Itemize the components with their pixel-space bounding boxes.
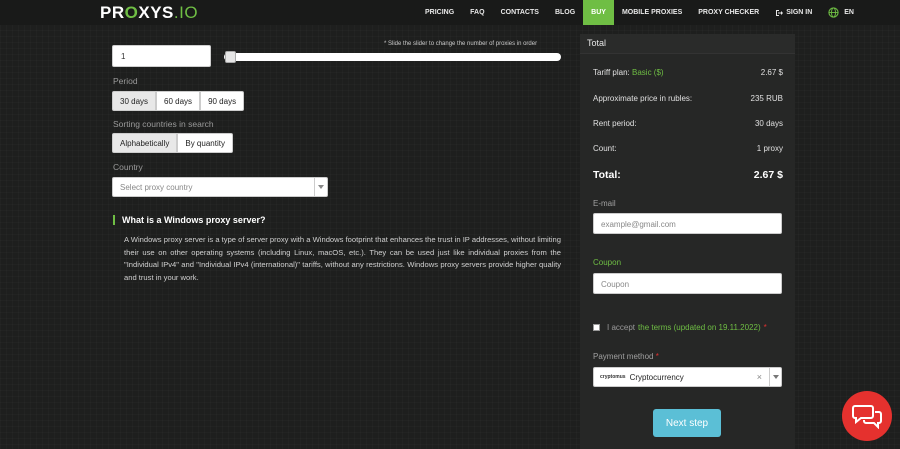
payment-method-value: Cryptocurrency xyxy=(629,372,684,382)
rub-value: 235 RUB xyxy=(750,94,783,103)
count-label: Count: xyxy=(593,144,617,153)
nav-faq[interactable]: FAQ xyxy=(462,0,492,25)
payment-method-text: Payment method xyxy=(593,352,654,361)
summary-panel xyxy=(580,54,795,449)
top-header: PR O XYS .IO PRICING FAQ CONTACTS BLOG BUY … xyxy=(0,0,900,25)
accept-terms: I accept the terms (updated on 19.11.202… xyxy=(593,323,767,332)
total-value: 2.67 $ xyxy=(753,169,783,181)
quantity-slider-handle[interactable] xyxy=(225,51,236,63)
nav-blog[interactable]: BLOG xyxy=(547,0,583,25)
logo[interactable]: PR O XYS .IO xyxy=(100,3,198,23)
count-value: 1 proxy xyxy=(756,144,783,153)
email-field[interactable]: example@gmail.com xyxy=(593,213,782,234)
tariff-plan[interactable]: Basic ($) xyxy=(632,68,664,77)
rent-period-label: Rent period: xyxy=(593,119,637,128)
cryptomus-logo: cryptomus xyxy=(600,374,626,380)
tariff-label: Tariff plan: xyxy=(593,68,630,77)
main-nav: PRICING FAQ CONTACTS BLOG BUY MOBILE PRO… xyxy=(417,0,862,25)
period-selector: 30 days 60 days 90 days xyxy=(112,91,245,111)
terms-link[interactable]: the terms (updated on 19.11.2022) xyxy=(638,323,761,332)
dropdown-caret-icon[interactable] xyxy=(769,368,781,386)
nav-sign-in[interactable]: SIGN IN xyxy=(767,0,820,25)
sort-by-quantity[interactable]: By quantity xyxy=(177,133,233,153)
logo-text-o: O xyxy=(124,3,139,22)
nav-contacts[interactable]: CONTACTS xyxy=(493,0,547,25)
nav-language[interactable]: EN xyxy=(820,0,862,25)
logo-text-tail: .IO xyxy=(173,3,199,22)
coupon-label: Coupon xyxy=(593,258,622,267)
globe-icon xyxy=(828,7,839,18)
country-select[interactable]: Select proxy country xyxy=(112,177,328,197)
slider-hint: * Slide the slider to change the number … xyxy=(384,41,538,47)
total-label: Total: xyxy=(593,169,621,181)
sign-in-label: SIGN IN xyxy=(786,9,813,16)
quantity-slider-track[interactable] xyxy=(224,53,561,61)
summary-header: Total xyxy=(580,34,795,54)
country-label: Country xyxy=(113,162,143,172)
chat-icon xyxy=(852,405,882,429)
coupon-field[interactable]: Coupon xyxy=(593,273,782,294)
logo-text-main: PR xyxy=(100,3,125,22)
summary-row-count: Count: 1 proxy xyxy=(593,144,783,153)
nav-pricing[interactable]: PRICING xyxy=(417,0,462,25)
nav-proxy-checker[interactable]: PROXY CHECKER xyxy=(690,0,767,25)
sort-alphabetically[interactable]: Alphabetically xyxy=(112,133,178,153)
language-label: EN xyxy=(844,9,854,16)
accept-terms-checkbox[interactable] xyxy=(593,324,600,331)
payment-method-label: Payment method * xyxy=(593,352,659,361)
period-30-days[interactable]: 30 days xyxy=(112,91,157,111)
clear-icon[interactable]: × xyxy=(757,372,762,382)
summary-row-tariff: Tariff plan: Basic ($) 2.67 $ xyxy=(593,68,783,77)
nav-mobile-proxies[interactable]: MOBILE PROXIES xyxy=(614,0,690,25)
period-label: Period xyxy=(113,76,138,86)
dropdown-caret-icon xyxy=(314,178,327,196)
period-60-days[interactable]: 60 days xyxy=(156,91,201,111)
sorting-label: Sorting countries in search xyxy=(113,119,214,129)
accept-prefix: I accept xyxy=(607,323,636,332)
chat-button[interactable] xyxy=(842,391,892,441)
sign-in-icon xyxy=(776,9,784,16)
country-placeholder: Select proxy country xyxy=(120,183,193,192)
sorting-selector: Alphabetically By quantity xyxy=(112,133,233,153)
required-star: * xyxy=(763,323,767,332)
rent-period-value: 30 days xyxy=(754,119,783,128)
tariff-value: 2.67 $ xyxy=(760,68,783,77)
period-90-days[interactable]: 90 days xyxy=(200,91,245,111)
summary-row-rub: Approximate price in rubles: 235 RUB xyxy=(593,94,783,103)
logo-text-mid: XYS xyxy=(138,3,174,22)
summary-row-period: Rent period: 30 days xyxy=(593,119,783,128)
payment-method-select[interactable]: cryptomus Cryptocurrency × xyxy=(593,367,782,387)
rub-label: Approximate price in rubles: xyxy=(593,94,693,103)
faq-body: A Windows proxy server is a type of serv… xyxy=(124,235,561,282)
nav-buy[interactable]: BUY xyxy=(583,0,614,25)
quantity-input[interactable]: 1 xyxy=(112,45,211,67)
email-label: E-mail xyxy=(593,199,616,208)
payment-required-star: * xyxy=(655,352,659,361)
summary-row-total: Total: 2.67 $ xyxy=(593,169,783,181)
faq-title: What is a Windows proxy server? xyxy=(113,215,265,225)
next-step-button[interactable]: Next step xyxy=(653,409,721,437)
